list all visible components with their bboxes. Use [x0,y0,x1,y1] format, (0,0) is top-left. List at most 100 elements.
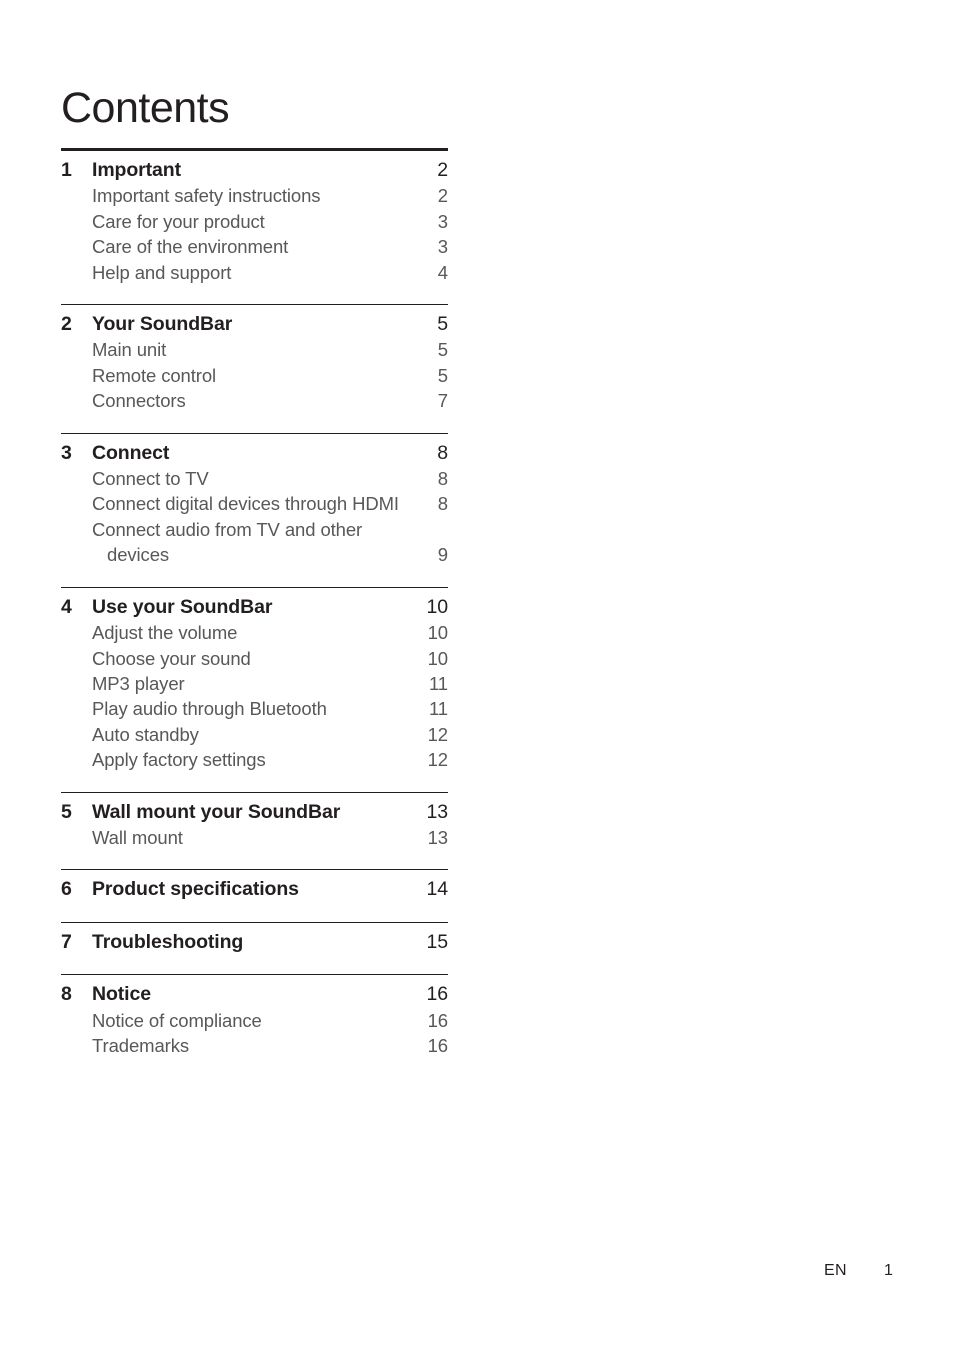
toc-entry-label: Care for your product [92,210,265,232]
toc-entry-label: Apply factory settings [92,749,266,771]
toc-entry-page-number: 7 [437,390,448,412]
toc-chapter-number: 1 [61,159,72,181]
toc-entry-page-number: 5 [437,339,448,361]
toc-entry-row[interactable]: Play audio through Bluetooth 11 [61,696,448,721]
toc-chapter-row[interactable]: 5 Wall mount your SoundBar 13 [61,800,448,825]
toc-chapter-number: 5 [61,800,72,823]
toc-chapter-page-number: 13 [426,800,449,823]
toc-entry-page-number: 4 [437,261,448,283]
toc-entry-label: Connectors [92,390,186,412]
toc-entry-row[interactable]: Main unit 5 [61,337,448,362]
toc-entry-row[interactable]: Adjust the volume 10 [61,620,448,645]
toc-section: 7 Troubleshooting 15 [61,930,448,955]
toc-entry-label: Wall mount [92,826,183,848]
toc-chapter-number: 8 [61,983,72,1006]
toc-chapter-title: Product specifications [92,878,299,901]
toc-section: 6 Product specifications 14 [61,877,448,902]
toc-entry-row[interactable]: Apply factory settings 12 [61,747,448,772]
toc-entry-row[interactable]: Care for your product 3 [61,209,448,234]
toc-entry-row[interactable]: Connect to TV 8 [61,466,448,491]
toc-chapter-title: Connect [92,441,170,464]
document-page: Contents 1 Important 2 Important safety ins… [0,0,954,1350]
toc-entry-page-number: 8 [437,468,448,490]
footer-language-code: EN [824,1262,847,1279]
toc-section: 2 Your SoundBar 5 Main unit 5 Remote control 5… [61,312,448,414]
page-footer: EN 1 [0,1262,954,1286]
toc-entry-row[interactable]: Trademarks 16 [61,1033,448,1058]
toc-chapter-page-number: 10 [426,595,449,618]
toc-chapter-title: Important [92,159,182,181]
toc-chapter-title: Your SoundBar [92,313,233,336]
toc-entry-row[interactable]: Choose your sound 10 [61,646,448,671]
toc-entry-label: Auto standby [92,723,199,745]
toc-entry-row[interactable]: Connect audio from TV and other [61,517,448,542]
toc-entry-row[interactable]: Auto standby 12 [61,722,448,747]
toc-chapter-row[interactable]: 7 Troubleshooting 15 [61,930,448,955]
toc-entry-label: Important safety instructions [92,185,321,207]
toc-entry-page-number: 10 [427,622,448,644]
toc-entry-label: Main unit [92,339,167,361]
footer-page-number: 1 [884,1262,893,1279]
toc-chapter-page-number: 15 [426,930,449,953]
toc-section: 5 Wall mount your SoundBar 13 Wall mount 13 [61,800,448,851]
toc-chapter-title: Troubleshooting [92,930,244,953]
toc-entry-label: Care of the environment [92,236,289,258]
toc-entry-row[interactable]: Connectors 7 [61,388,448,413]
toc-entry-label: MP3 player [92,672,185,694]
toc-chapter-number: 2 [61,313,72,336]
toc-entry-label: Choose your sound [92,647,251,669]
toc-chapter-page-number: 2 [437,159,448,181]
toc-entry-label: Connect digital devices through HDMI [92,493,399,515]
toc-chapter-title: Wall mount your SoundBar [92,800,341,823]
toc-chapter-row[interactable]: 3 Connect 8 [61,441,448,466]
toc-entry-page-number: 12 [427,723,448,745]
toc-entry-page-number: 5 [437,364,448,386]
toc-entry-row[interactable]: Important safety instructions 2 [61,183,448,208]
toc-chapter-page-number: 14 [426,878,449,901]
page-title: Contents [61,83,230,132]
toc-entry-row[interactable]: Notice of compliance 16 [61,1008,448,1033]
toc-chapter-row[interactable]: 2 Your SoundBar 5 [61,312,448,337]
toc-entry-row[interactable]: Wall mount 13 [61,825,448,850]
toc-entry-page-number: 11 [428,672,448,694]
toc-chapter-row[interactable]: 4 Use your SoundBar 10 [61,595,448,620]
toc-entry-page-number: 3 [437,236,448,258]
toc-chapter-row[interactable]: 1 Important 2 [61,158,448,183]
toc-chapter-page-number: 16 [426,983,449,1006]
toc-entry-page-number: 16 [427,1034,448,1056]
toc-entry-label: Help and support [92,261,232,283]
toc-chapter-title: Notice [92,983,151,1006]
toc-chapter-number: 6 [61,878,72,901]
toc-entry-label: Notice of compliance [92,1009,262,1031]
toc-entry-label: Adjust the volume [92,622,238,644]
toc-entry-label: Trademarks [92,1034,190,1056]
toc-entry-row[interactable]: Care of the environment 3 [61,234,448,259]
toc-entry-row[interactable]: MP3 player 11 [61,671,448,696]
toc-section: 4 Use your SoundBar 10 Adjust the volume 10 C… [61,595,448,773]
toc-chapter-title: Use your SoundBar [92,595,273,618]
toc-chapter-row[interactable]: 8 Notice 16 [61,982,448,1007]
toc-section: 1 Important 2 Important safety instructions… [61,158,448,285]
toc-entry-page-number: 11 [428,698,448,720]
toc-entry-row[interactable]: Help and support 4 [61,260,448,285]
toc-entry-row[interactable]: Remote control 5 [61,363,448,388]
toc-chapter-row[interactable]: 6 Product specifications 14 [61,877,448,902]
toc-entry-row[interactable]: Connect digital devices through HDMI 8 [61,491,448,516]
toc-entry-row[interactable]: devices 9 [61,542,448,567]
toc-entry-label: Remote control [92,364,217,386]
toc-entry-page-number: 8 [437,493,448,515]
toc-section: 8 Notice 16 Notice of compliance 16 Trademark… [61,982,448,1058]
toc-entry-label: Play audio through Bluetooth [92,698,327,720]
